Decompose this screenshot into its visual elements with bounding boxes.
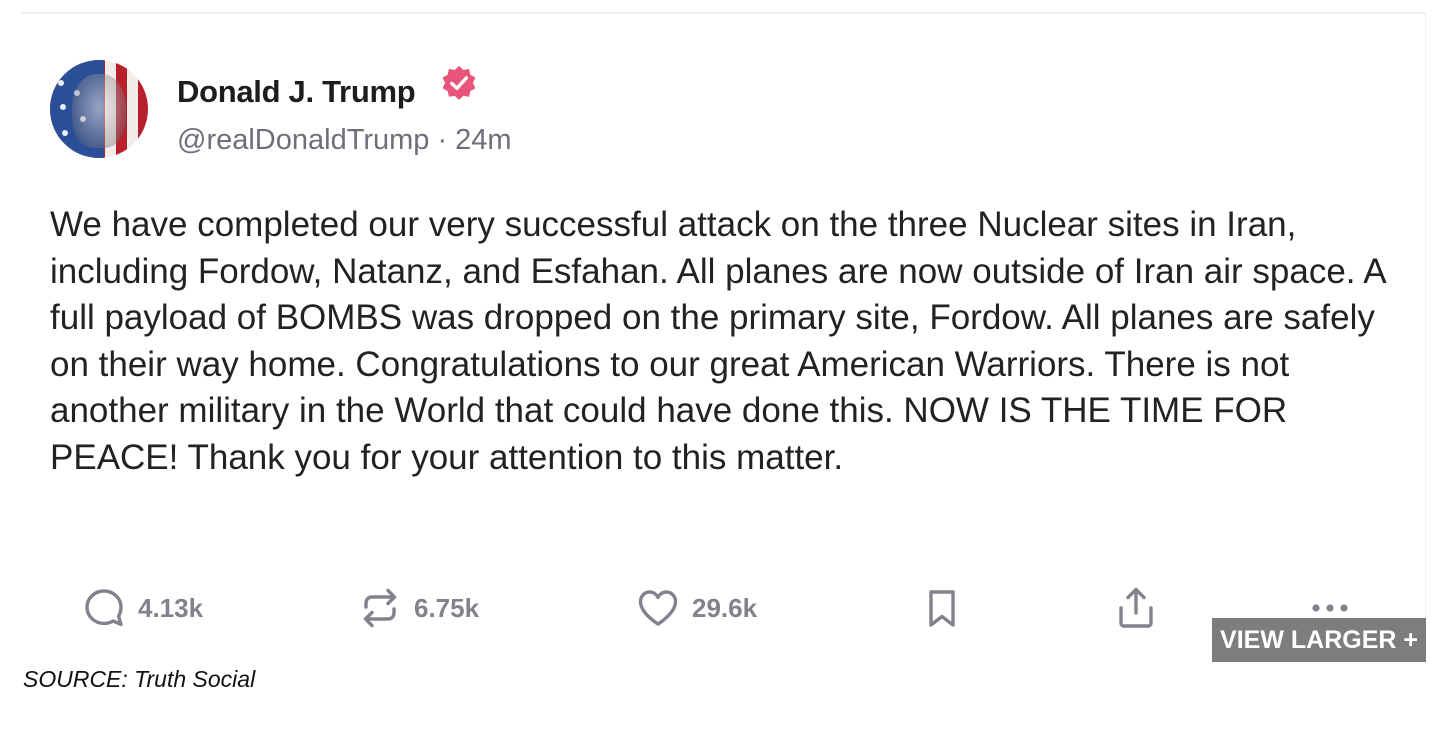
reply-icon bbox=[85, 589, 123, 627]
bookmark-button[interactable] bbox=[920, 586, 964, 630]
like-count: 29.6k bbox=[692, 592, 758, 623]
bookmark-icon bbox=[929, 590, 955, 627]
like-button[interactable]: 29.6k bbox=[636, 586, 757, 630]
source-caption: SOURCE: Truth Social bbox=[23, 666, 256, 692]
repost-icon bbox=[363, 588, 397, 628]
verified-badge-icon bbox=[442, 65, 476, 100]
avatar-face bbox=[72, 74, 126, 148]
view-larger-button[interactable]: VIEW LARGER + bbox=[1212, 618, 1426, 662]
share-button[interactable] bbox=[1114, 586, 1158, 630]
share-icon bbox=[1119, 587, 1153, 628]
reply-count: 4.13k bbox=[138, 592, 204, 623]
repost-count: 6.75k bbox=[414, 592, 480, 623]
repost-button[interactable]: 6.75k bbox=[358, 586, 479, 630]
post-card: Donald J. Trump @realDonaldTrump · 24m W… bbox=[22, 12, 1426, 664]
author-name[interactable]: Donald J. Trump bbox=[177, 74, 416, 110]
post-body-text: We have completed our very successful at… bbox=[50, 205, 1385, 477]
author-handle-and-time[interactable]: @realDonaldTrump · 24m bbox=[177, 124, 512, 157]
author-avatar[interactable] bbox=[50, 60, 148, 158]
heart-icon bbox=[638, 590, 678, 626]
reply-button[interactable]: 4.13k bbox=[82, 586, 203, 630]
